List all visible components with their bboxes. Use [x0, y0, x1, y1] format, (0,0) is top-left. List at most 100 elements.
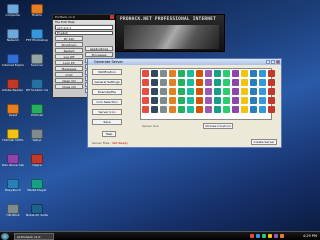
generator-side-button[interactable]: General Settings — [92, 79, 122, 85]
language-select[interactable]: English — [55, 31, 113, 35]
prohack-button[interactable]: Log Off — [55, 54, 83, 59]
server-icon-option[interactable] — [169, 106, 176, 113]
server-icon-option[interactable] — [160, 88, 167, 95]
server-icon-option[interactable] — [205, 70, 212, 77]
server-icon-option[interactable] — [196, 106, 203, 113]
server-icon-option[interactable] — [241, 106, 248, 113]
server-icon-option[interactable] — [241, 70, 248, 77]
server-icon-option[interactable] — [250, 106, 257, 113]
server-icon-option[interactable] — [142, 106, 149, 113]
server-icon-option[interactable] — [250, 70, 257, 77]
tray-icon[interactable] — [268, 234, 272, 238]
server-icon-option[interactable] — [160, 79, 167, 86]
prohack-title-bar[interactable]: ProHack v1.0 — [53, 15, 115, 20]
server-icon-option[interactable] — [151, 106, 158, 113]
close-icon[interactable] — [110, 15, 114, 19]
server-icon-option[interactable] — [214, 79, 221, 86]
generator-side-button[interactable]: Notification — [92, 69, 122, 75]
server-icon-option[interactable] — [151, 88, 158, 95]
server-icon-option[interactable] — [142, 88, 149, 95]
server-icon-option[interactable] — [142, 70, 149, 77]
server-icon-option[interactable] — [205, 106, 212, 113]
desktop-icon[interactable]: Adobe Reader 9 — [2, 79, 24, 92]
tray-icon[interactable] — [280, 234, 284, 238]
server-icon-option[interactable] — [241, 88, 248, 95]
desktop-icon[interactable]: HD-Work — [2, 204, 24, 217]
server-icon-option[interactable] — [196, 70, 203, 77]
close-icon[interactable] — [276, 60, 280, 64]
desktop-icon[interactable]: Scanner — [26, 54, 48, 67]
server-icon-option[interactable] — [178, 70, 185, 77]
server-icon-option[interactable] — [151, 70, 158, 77]
desktop-icon[interactable]: Media Player — [26, 179, 48, 192]
desktop-icon[interactable]: Opera — [26, 154, 48, 167]
server-icon-option[interactable] — [268, 79, 275, 86]
server-icon-option[interactable] — [151, 79, 158, 86]
server-icon-option[interactable] — [241, 97, 248, 104]
server-icon-option[interactable] — [169, 70, 176, 77]
desktop-icon[interactable]: Nokia PC Suite — [26, 204, 48, 217]
server-icon-option[interactable] — [223, 79, 230, 86]
server-icon-option[interactable] — [232, 97, 239, 104]
server-icon-option[interactable] — [187, 88, 194, 95]
server-icon-option[interactable] — [187, 79, 194, 86]
server-icon-option[interactable] — [268, 70, 275, 77]
server-icon-option[interactable] — [178, 88, 185, 95]
prohack-button[interactable]: Cmd — [55, 72, 83, 77]
server-icon-option[interactable] — [250, 79, 257, 86]
tray-icon[interactable] — [274, 234, 278, 238]
server-icon-option[interactable] — [178, 79, 185, 86]
prohack-button[interactable]: PC Info — [55, 36, 83, 41]
server-icon-option[interactable] — [196, 79, 203, 86]
maximize-icon[interactable] — [271, 60, 275, 64]
generator-side-button[interactable]: Save — [92, 119, 122, 125]
desktop-icon[interactable]: Hotmail 100% — [2, 129, 24, 142]
server-icon-option[interactable] — [223, 70, 230, 77]
server-icon-option[interactable] — [178, 106, 185, 113]
minimize-icon[interactable] — [266, 60, 270, 64]
generator-side-button[interactable]: Icon Selection — [92, 99, 122, 105]
server-icon-option[interactable] — [268, 97, 275, 104]
create-server-button[interactable]: Create Server — [251, 139, 277, 145]
server-icon-option[interactable] — [223, 97, 230, 104]
prohack-button[interactable]: Messages — [55, 66, 83, 71]
server-icon-option[interactable] — [205, 88, 212, 95]
generator-side-button[interactable]: Execute/File — [92, 89, 122, 95]
server-icon-option[interactable] — [205, 97, 212, 104]
desktop-icon[interactable]: Firefox — [26, 4, 48, 17]
server-icon-option[interactable] — [232, 88, 239, 95]
prohack-button[interactable]: Processes — [85, 52, 113, 57]
desktop-icon[interactable]: Computer — [2, 4, 24, 17]
ip-input[interactable]: 127.0.0.1 — [55, 25, 113, 30]
generator-title-bar[interactable]: Generate Server — [88, 59, 281, 65]
server-icon-option[interactable] — [178, 97, 185, 104]
desktop-icon[interactable]: Hotmail — [26, 104, 48, 117]
server-icon-option[interactable] — [250, 88, 257, 95]
desktop-icon[interactable]: HP Solution Center — [26, 79, 48, 92]
server-icon-option[interactable] — [223, 88, 230, 95]
desktop-icon[interactable]: EasyTouch — [2, 179, 24, 192]
server-icon-option[interactable] — [259, 70, 266, 77]
taskbar-item-prohack[interactable]: AI-Prohack v1.0 — [14, 233, 54, 240]
prohack-button[interactable]: Restart — [55, 48, 83, 53]
server-icon-option[interactable] — [151, 97, 158, 104]
server-icon-option[interactable] — [232, 106, 239, 113]
server-icon-option[interactable] — [196, 88, 203, 95]
server-icon-option[interactable] — [214, 106, 221, 113]
server-icon-option[interactable] — [160, 97, 167, 104]
server-icon-option[interactable] — [169, 97, 176, 104]
server-icon-option[interactable] — [214, 97, 221, 104]
prohack-button[interactable]: Shutdown — [55, 42, 83, 47]
server-icon-option[interactable] — [160, 70, 167, 77]
server-icon-option[interactable] — [259, 79, 266, 86]
tray-icon[interactable] — [256, 234, 260, 238]
prohack-button[interactable]: Lock PC — [55, 60, 83, 65]
prohack-menu[interactable]: File Edit Help — [53, 20, 115, 24]
server-icon-option[interactable] — [214, 70, 221, 77]
desktop-icon[interactable]: FTP Photoshop — [26, 29, 48, 42]
prohack-button[interactable]: Open CD — [55, 78, 83, 83]
server-icon-option[interactable] — [142, 79, 149, 86]
desktop-icon[interactable]: Avast — [2, 104, 24, 117]
desktop-icon[interactable]: Dan Glove Calender — [2, 154, 24, 167]
server-icon-option[interactable] — [187, 70, 194, 77]
